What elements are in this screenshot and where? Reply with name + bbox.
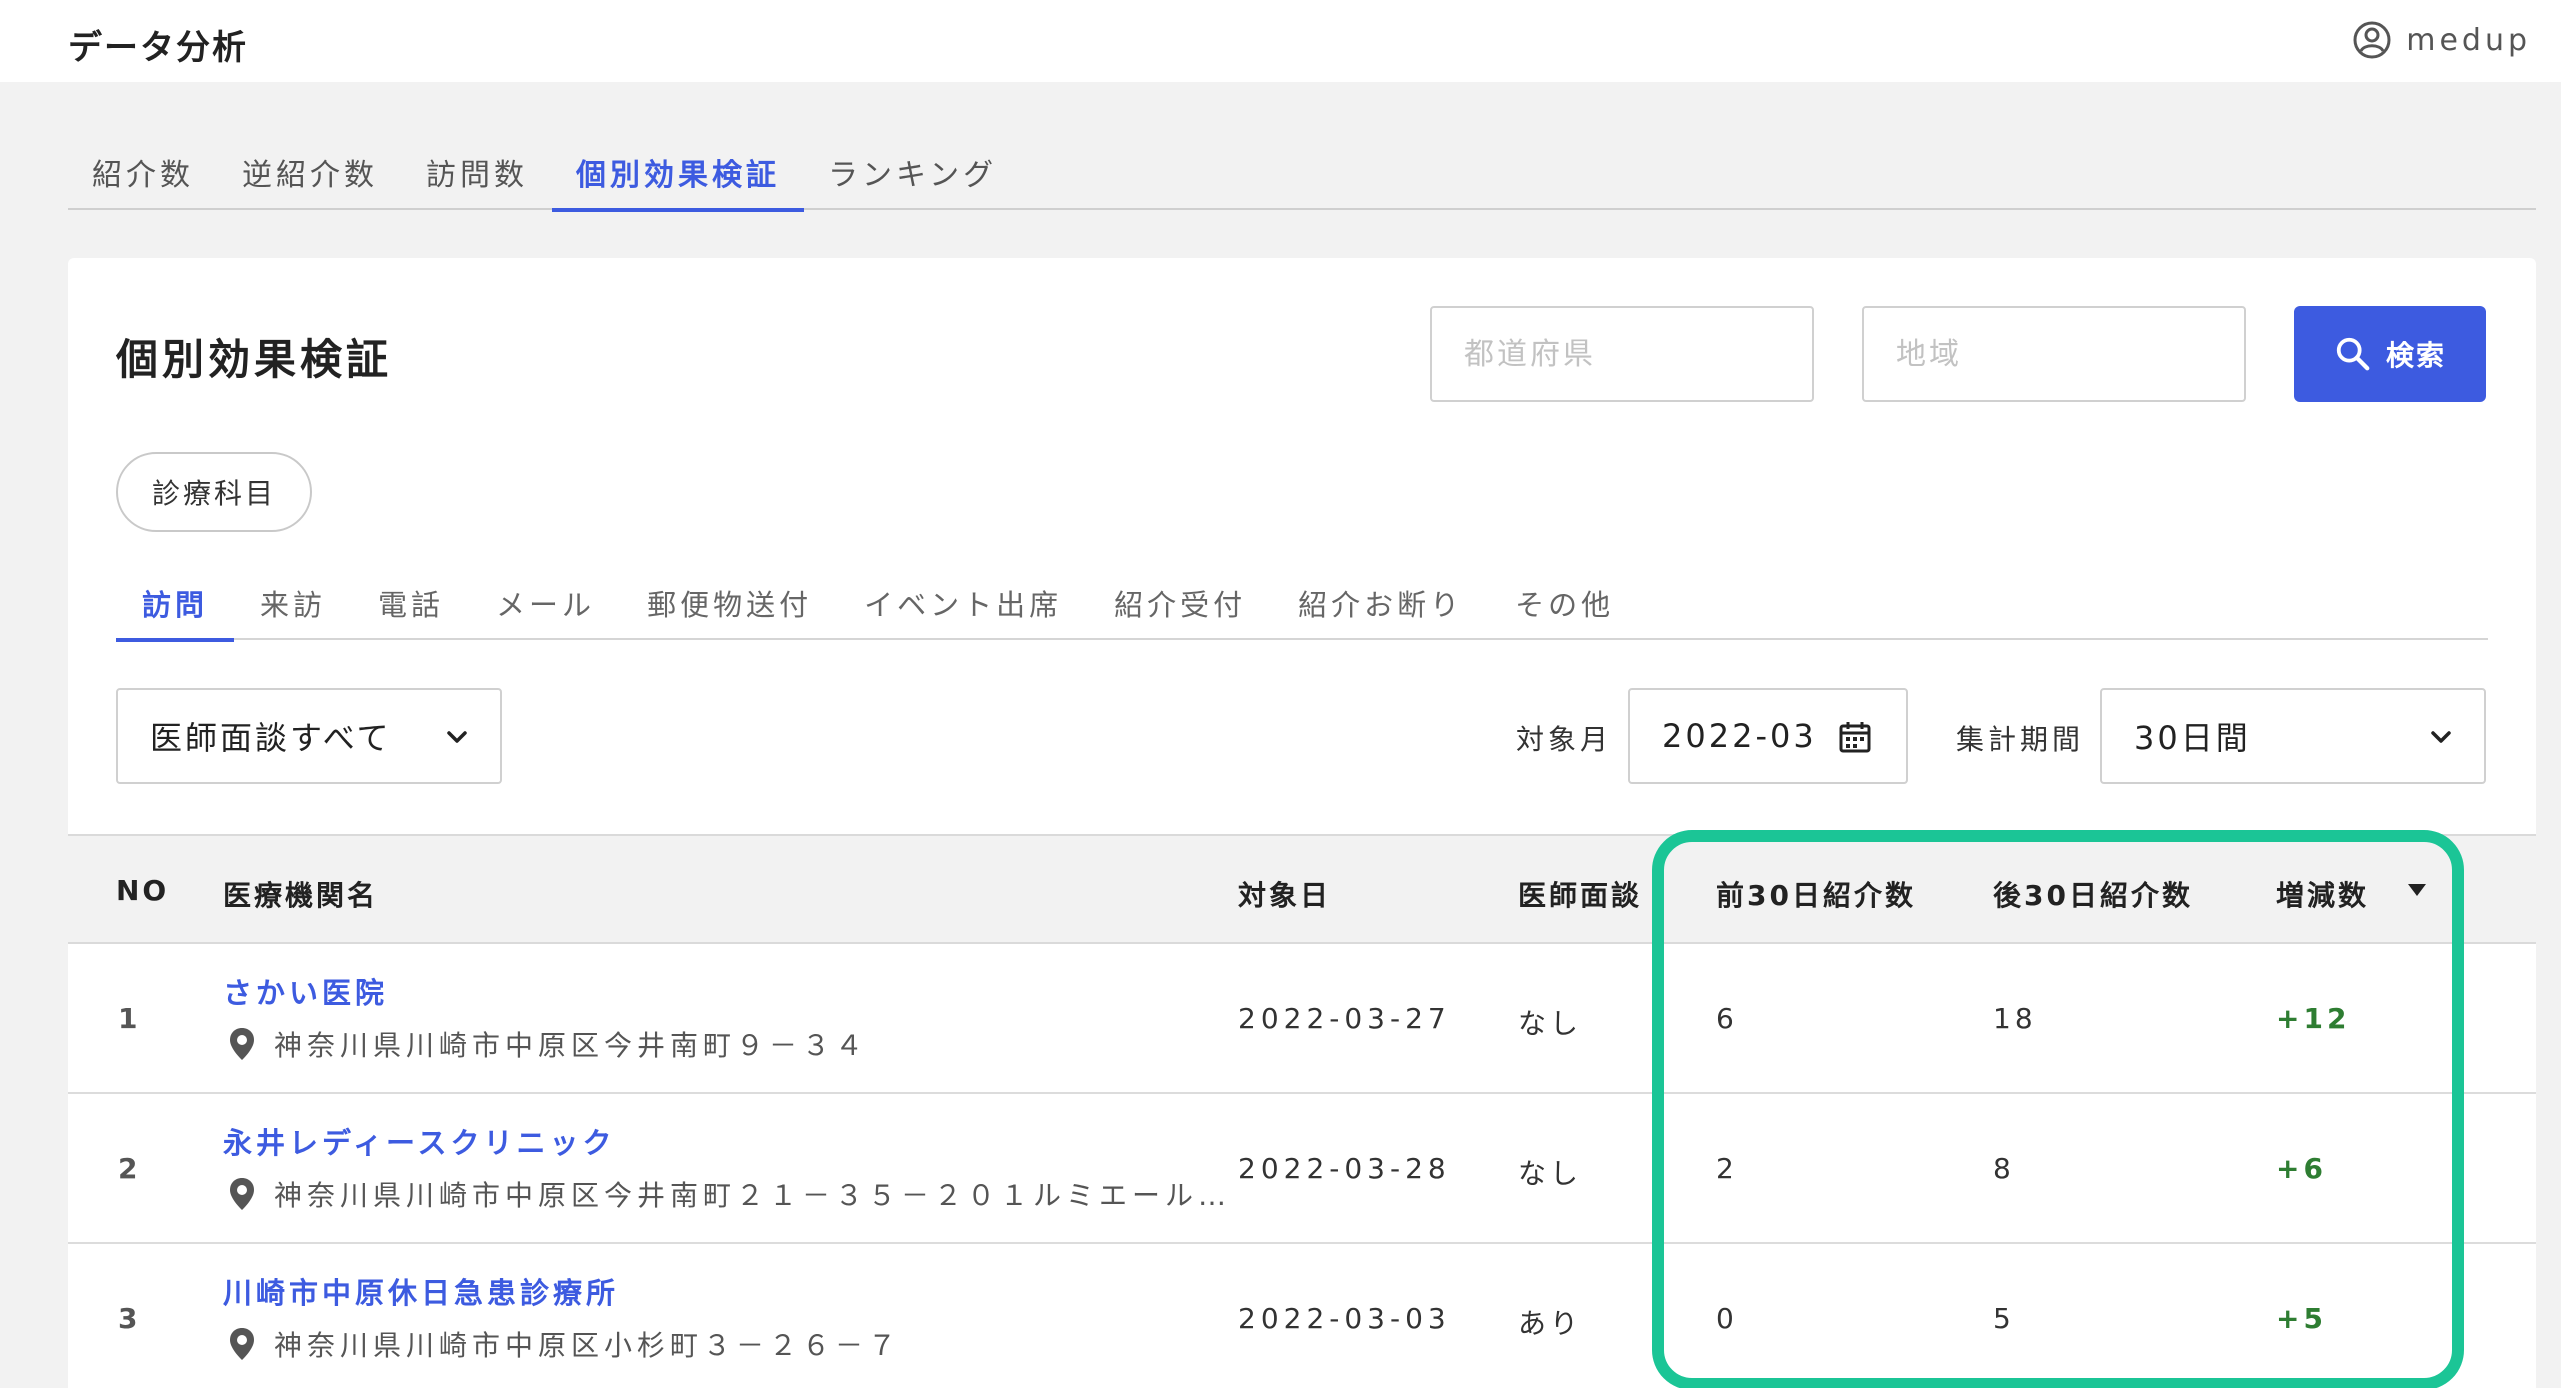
period-label: 集計期間	[1956, 723, 2085, 756]
row-no: 2	[118, 1152, 142, 1185]
doctor-interview: なし	[1518, 1157, 1583, 1190]
user-menu[interactable]: medup	[2352, 20, 2531, 60]
prev-30-count: 0	[1716, 1302, 1738, 1335]
header-next-30: 後30日紹介数	[1993, 879, 2193, 912]
sort-desc-icon[interactable]	[2406, 882, 2428, 898]
institution-name-link[interactable]: 永井レディースクリニック	[223, 1120, 616, 1162]
diff-count: +12	[2276, 1002, 2351, 1035]
month-label: 対象月	[1516, 723, 1613, 756]
subtab-incoming-visit[interactable]: 来訪	[234, 558, 352, 640]
search-icon	[2336, 337, 2370, 371]
diff-count: +6	[2276, 1152, 2327, 1185]
period-select[interactable]: 30日間	[2100, 688, 2486, 784]
diff-count: +5	[2276, 1302, 2327, 1335]
institution-name-link[interactable]: さかい医院	[223, 970, 388, 1012]
row-no: 1	[118, 1002, 142, 1035]
header-prev-30: 前30日紹介数	[1716, 879, 1916, 912]
department-filter-chip[interactable]: 診療科目	[116, 452, 312, 532]
interview-select[interactable]: 医師面談すべて	[116, 688, 502, 784]
region-input[interactable]	[1862, 306, 2246, 402]
main-tabs: 紹介数 逆紹介数 訪問数 個別効果検証 ランキング	[68, 130, 2536, 212]
subtab-visit[interactable]: 訪問	[116, 558, 235, 642]
subtab-event[interactable]: イベント出席	[838, 558, 1088, 640]
month-picker[interactable]: 2022-03	[1628, 688, 1908, 784]
header-no: NO	[116, 874, 170, 907]
table-row: 2 永井レディースクリニック 神奈川県川崎市中原区今井南町２１－３５－２０１ルミ…	[68, 1094, 2536, 1244]
target-date: 2022-03-03	[1238, 1302, 1451, 1335]
calendar-icon	[1839, 722, 1871, 753]
target-date: 2022-03-27	[1238, 1002, 1451, 1035]
month-value: 2022-03	[1662, 717, 1817, 755]
institution-name-link[interactable]: 川崎市中原休日急患診療所	[223, 1270, 619, 1312]
doctor-interview: なし	[1518, 1007, 1583, 1040]
doctor-interview: あり	[1518, 1307, 1583, 1340]
subtab-referral-declined[interactable]: 紹介お断り	[1272, 558, 1489, 640]
subtab-phone[interactable]: 電話	[352, 558, 470, 640]
header-name: 医療機関名	[223, 879, 379, 912]
top-bar: データ分析 medup	[0, 0, 2561, 82]
app-title: データ分析	[68, 28, 248, 68]
address-text: 神奈川県川崎市中原区小杉町３－２６－７	[274, 1329, 902, 1362]
content-card: 個別効果検証 検索 診療科目 訪問 来訪 電話 メール 郵便物送付 イベント出席…	[68, 258, 2536, 1388]
next-30-count: 8	[1993, 1152, 2015, 1185]
tab-referrals[interactable]: 紹介数	[68, 130, 218, 210]
subtab-mail[interactable]: 郵便物送付	[621, 558, 838, 640]
prefecture-input[interactable]	[1430, 306, 1814, 402]
address-text: 神奈川県川崎市中原区今井南町２１－３５－２０１ルミエール…	[274, 1179, 1232, 1212]
table-row: 3 川崎市中原休日急患診療所 神奈川県川崎市中原区小杉町３－２６－７ 2022-…	[68, 1244, 2536, 1388]
table-header: NO 医療機関名 対象日 医師面談 前30日紹介数 後30日紹介数 増減数	[68, 834, 2536, 944]
search-button[interactable]: 検索	[2294, 306, 2486, 402]
results-table: NO 医療機関名 対象日 医師面談 前30日紹介数 後30日紹介数 増減数 1 …	[68, 834, 2536, 1388]
header-date: 対象日	[1238, 879, 1332, 912]
location-pin-icon	[230, 1328, 254, 1360]
prev-30-count: 6	[1716, 1002, 1738, 1035]
interview-select-value: 医師面談すべて	[150, 719, 392, 757]
period-value: 30日間	[2134, 719, 2251, 757]
address-text: 神奈川県川崎市中原区今井南町９－３４	[274, 1029, 869, 1062]
next-30-count: 18	[1993, 1002, 2037, 1035]
tab-reverse-referrals[interactable]: 逆紹介数	[218, 130, 402, 210]
location-pin-icon	[230, 1028, 254, 1060]
header-diff[interactable]: 増減数	[2276, 874, 2369, 914]
subtab-referral-received[interactable]: 紹介受付	[1088, 558, 1272, 640]
chevron-down-icon	[447, 731, 467, 743]
tab-visits[interactable]: 訪問数	[402, 130, 552, 210]
location-pin-icon	[230, 1178, 254, 1210]
institution-address: 神奈川県川崎市中原区小杉町３－２６－７	[228, 1324, 1268, 1364]
chevron-down-icon	[2431, 731, 2451, 743]
prev-30-count: 2	[1716, 1152, 1738, 1185]
institution-address: 神奈川県川崎市中原区今井南町２１－３５－２０１ルミエール…	[228, 1174, 1268, 1214]
row-no: 3	[118, 1302, 142, 1335]
subtab-other[interactable]: その他	[1489, 558, 1640, 640]
search-button-label: 検索	[2385, 340, 2446, 371]
table-row: 1 さかい医院 神奈川県川崎市中原区今井南町９－３４ 2022-03-27 なし…	[68, 944, 2536, 1094]
target-date: 2022-03-28	[1238, 1152, 1451, 1185]
user-account-icon	[2353, 21, 2391, 59]
next-30-count: 5	[1993, 1302, 2015, 1335]
user-name: medup	[2406, 22, 2531, 58]
tab-individual-effect[interactable]: 個別効果検証	[552, 130, 804, 212]
header-doctor-interview: 医師面談	[1518, 879, 1643, 912]
institution-address: 神奈川県川崎市中原区今井南町９－３４	[228, 1024, 1268, 1064]
activity-tabs: 訪問 来訪 電話 メール 郵便物送付 イベント出席 紹介受付 紹介お断り その他	[116, 558, 2488, 642]
subtab-email[interactable]: メール	[470, 558, 621, 640]
page-title: 個別効果検証	[116, 335, 393, 384]
tab-ranking[interactable]: ランキング	[804, 130, 1021, 210]
